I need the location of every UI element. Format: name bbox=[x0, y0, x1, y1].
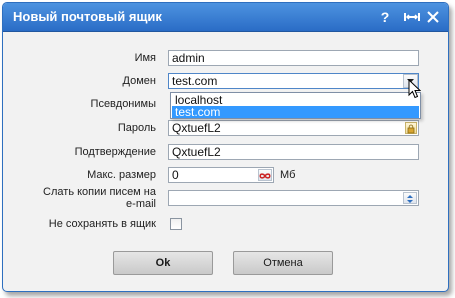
ok-button[interactable]: Ok bbox=[113, 251, 213, 275]
max-size-unit: Мб bbox=[280, 169, 296, 181]
mouse-pointer-icon bbox=[408, 79, 421, 99]
cancel-button[interactable]: Отмена bbox=[233, 251, 333, 275]
title-bar[interactable]: Новый почтовый ящик ? bbox=[3, 3, 448, 32]
domain-select[interactable]: test.com bbox=[168, 73, 419, 89]
name-label: Имя bbox=[134, 52, 156, 64]
max-size-value: 0 bbox=[172, 168, 179, 182]
password-value: QxtuefL2 bbox=[172, 121, 221, 135]
help-icon[interactable]: ? bbox=[378, 8, 392, 26]
copies-email-input[interactable] bbox=[168, 190, 419, 206]
confirm-password-input[interactable]: QxtuefL2 bbox=[168, 144, 419, 160]
domain-dropdown-list: localhost test.com bbox=[170, 92, 421, 119]
confirm-value: QxtuefL2 bbox=[172, 145, 221, 159]
password-input[interactable]: QxtuefL2 bbox=[168, 120, 419, 136]
no-store-checkbox[interactable] bbox=[170, 218, 182, 230]
copies-label-line1: Слать копии писем на bbox=[43, 186, 156, 198]
max-size-input[interactable]: 0 bbox=[168, 167, 274, 183]
domain-label: Домен bbox=[122, 75, 156, 87]
no-store-label: Не сохранять в ящик bbox=[48, 218, 156, 230]
domain-option-test-com[interactable]: test.com bbox=[172, 106, 419, 118]
name-input[interactable]: admin bbox=[168, 50, 419, 66]
copies-label-line2: e-mail bbox=[126, 198, 156, 210]
domain-value: test.com bbox=[172, 74, 218, 88]
confirm-label: Подтверждение bbox=[74, 146, 156, 158]
mailbox-dialog: Новый почтовый ящик ? Имя admin Домен te… bbox=[2, 2, 449, 292]
name-value: admin bbox=[172, 51, 205, 65]
copies-label: Слать копии писем на e-mail bbox=[3, 186, 156, 210]
close-icon[interactable] bbox=[426, 8, 440, 26]
infinity-icon[interactable] bbox=[258, 169, 272, 181]
maximize-icon[interactable] bbox=[404, 8, 420, 26]
dialog-title: Новый почтовый ящик bbox=[13, 9, 162, 24]
max-size-label: Макс. размер bbox=[87, 169, 156, 181]
password-label: Пароль bbox=[117, 122, 156, 134]
generate-password-icon[interactable] bbox=[405, 122, 417, 134]
spinner-icon[interactable] bbox=[403, 192, 417, 204]
aliases-label: Псевдонимы bbox=[90, 98, 156, 110]
